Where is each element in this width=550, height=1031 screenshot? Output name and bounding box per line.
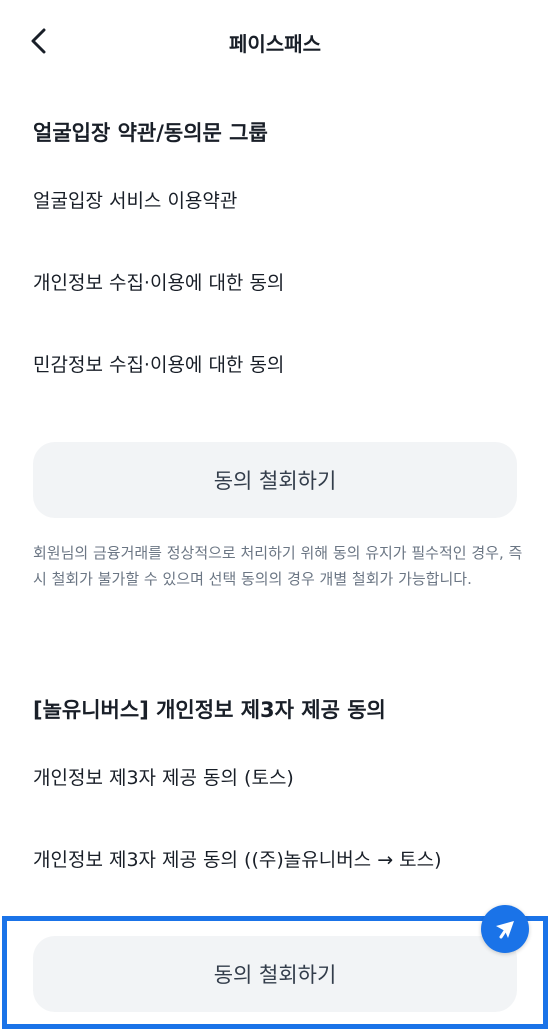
withdraw-consent-button[interactable]: 동의 철회하기 xyxy=(33,442,517,518)
terms-item-personal-info-consent[interactable]: 개인정보 수집·이용에 대한 동의 xyxy=(33,268,284,295)
withdraw-consent-button-2[interactable]: 동의 철회하기 xyxy=(33,936,517,1012)
terms-item-sensitive-info-consent[interactable]: 민감정보 수집·이용에 대한 동의 xyxy=(33,350,284,377)
section-title-third-party: [놀유니버스] 개인정보 제3자 제공 동의 xyxy=(33,698,386,722)
page: 페이스패스 얼굴입장 약관/동의문 그룹 얼굴입장 서비스 이용약관 개인정보 … xyxy=(0,0,550,1031)
terms-item-third-party-toss[interactable]: 개인정보 제3자 제공 동의 (토스) xyxy=(33,763,294,790)
terms-item-third-party-nol-universe[interactable]: 개인정보 제3자 제공 동의 ((주)놀유니버스 → 토스) xyxy=(33,845,442,872)
header: 페이스패스 xyxy=(0,0,550,82)
section-title-face-entry: 얼굴입장 약관/동의문 그룹 xyxy=(33,121,268,145)
page-title: 페이스패스 xyxy=(229,32,321,56)
withdraw-notice: 회원님의 금융거래를 정상적으로 처리하기 위해 동의 유지가 필수적인 경우,… xyxy=(33,544,523,588)
terms-item-face-entry-service[interactable]: 얼굴입장 서비스 이용약관 xyxy=(33,186,237,213)
floating-action-button[interactable] xyxy=(481,905,529,953)
pointer-arrow-icon xyxy=(496,921,514,939)
